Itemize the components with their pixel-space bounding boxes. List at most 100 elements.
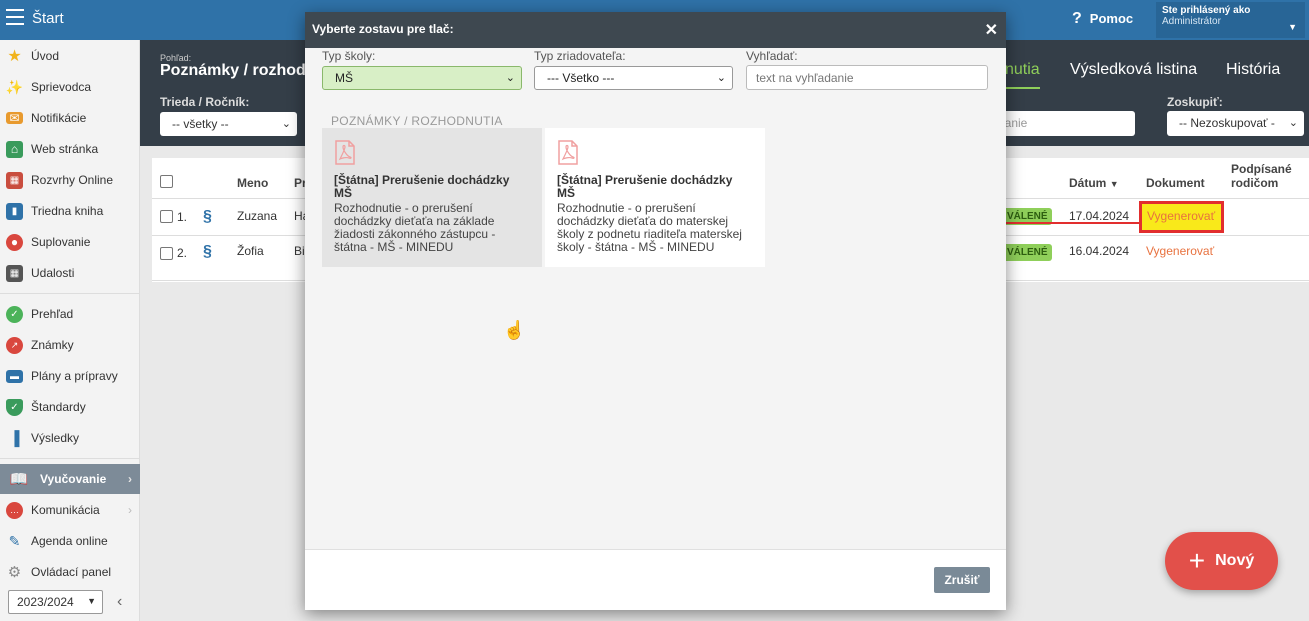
row-number: 1.: [177, 210, 188, 224]
tab-vysledkova-listina[interactable]: Výsledková listina: [1070, 61, 1197, 79]
generate-link-highlighted[interactable]: Vygenerovať: [1139, 201, 1224, 233]
bar-chart-icon: ▐: [9, 430, 20, 446]
star-icon: ★: [7, 48, 22, 65]
sidebar-item-standardy[interactable]: ✓ Štandardy: [0, 392, 140, 422]
modal-header: Vyberte zostavu pre tlač: ✕: [305, 12, 1006, 48]
row-date: 16.04.2024: [1069, 244, 1130, 258]
shield-icon: ✓: [6, 398, 23, 416]
school-year-select[interactable]: 2023/2024 ▼: [8, 590, 103, 614]
row-p: Bi: [294, 244, 305, 258]
group-label: Zoskupiť:: [1167, 95, 1223, 109]
gear-icon: ⚙: [7, 564, 22, 581]
search-label: Vyhľadať:: [746, 49, 798, 63]
group-select[interactable]: -- Nezoskupovať - ⌄: [1167, 111, 1304, 136]
row-name: Zuzana: [237, 209, 278, 223]
chevron-right-icon: ›: [128, 472, 132, 486]
caret-down-icon: ▼: [1288, 22, 1297, 32]
sidebar-item-sprievodca[interactable]: ✨ Sprievodca: [0, 72, 140, 102]
column-header-document[interactable]: Dokument: [1146, 176, 1205, 190]
report-card-title: [Štátna] Prerušenie dochádzky MŠ: [334, 173, 510, 200]
sidebar-item-agenda[interactable]: ✎ Agenda online: [0, 526, 140, 556]
sidebar-divider: [0, 293, 140, 294]
chevron-down-icon: ⌄: [281, 118, 291, 130]
pdf-icon: [558, 140, 578, 165]
sidebar-item-prehlad[interactable]: ✓ Prehľad: [0, 299, 140, 329]
column-header-signed[interactable]: Podpísané: [1231, 162, 1292, 176]
envelope-icon: ✉: [6, 111, 23, 125]
pen-icon: ✎: [8, 532, 21, 549]
chevron-down-icon: ⌄: [716, 72, 726, 84]
founder-type-label: Typ zriadovateľa:: [534, 49, 626, 63]
class-label: Trieda / Ročník:: [160, 95, 250, 109]
tab-historia[interactable]: História: [1226, 61, 1280, 79]
paragraph-icon[interactable]: §: [203, 208, 212, 226]
page-title: Poznámky / rozhod: [160, 62, 306, 79]
row-name: Žofia: [237, 244, 264, 258]
modal-title: Vyberte zostavu pre tlač:: [312, 22, 454, 36]
question-icon: ?: [1072, 10, 1082, 27]
school-type-select[interactable]: MŠ ⌄: [322, 66, 522, 90]
tab-rozhodnutia[interactable]: nutia: [1005, 61, 1040, 89]
generate-link[interactable]: Vygenerovať: [1146, 244, 1214, 258]
wand-icon: ✨: [5, 78, 24, 95]
modal-filters: Typ školy: MŠ ⌄ Typ zriadovateľa: --- Vše…: [305, 48, 1006, 104]
close-icon[interactable]: ✕: [985, 20, 998, 40]
book-icon: ▮: [6, 202, 23, 220]
chevron-down-icon: ⌄: [1288, 117, 1298, 129]
user-menu[interactable]: Ste prihlásený ako Administrátor ▼: [1156, 2, 1305, 38]
chart-circle-icon: ↗: [6, 336, 23, 354]
briefcase-icon: ▬: [6, 369, 23, 383]
chevron-down-icon: ▼: [87, 596, 96, 606]
sidebar-item-rozvrhy[interactable]: ▦ Rozvrhy Online: [0, 165, 140, 195]
collapse-sidebar-icon[interactable]: ‹: [117, 593, 122, 611]
sidebar-item-notifikacie[interactable]: ✉ Notifikácie: [0, 103, 140, 133]
sidebar-item-znamky[interactable]: ↗ Známky: [0, 330, 140, 360]
chevron-down-icon: ⌄: [505, 72, 515, 84]
class-select[interactable]: -- všetky -- ⌄: [160, 112, 297, 136]
sidebar-divider: [0, 458, 140, 459]
sidebar-item-vysledky[interactable]: ▐ Výsledky: [0, 423, 140, 453]
sidebar-item-web-stranka[interactable]: ⌂ Web stránka: [0, 134, 140, 164]
sidebar-item-suplovanie[interactable]: ● Suplovanie: [0, 227, 140, 257]
school-type-label: Typ školy:: [322, 49, 376, 63]
report-card-title: [Štátna] Prerušenie dochádzky MŠ: [557, 173, 733, 200]
grid-icon: ▦: [6, 171, 23, 189]
row-date: 17.04.2024: [1069, 209, 1130, 223]
sidebar-item-triedna-kniha[interactable]: ▮ Triedna kniha: [0, 196, 140, 226]
chat-icon: …: [6, 501, 23, 519]
sidebar-item-ovladaci-panel[interactable]: ⚙ Ovládací panel: [0, 557, 140, 587]
report-card[interactable]: [Štátna] Prerušenie dochádzky MŠ Rozhodn…: [545, 128, 765, 267]
start-link[interactable]: Štart: [32, 10, 64, 27]
pdf-icon: [335, 140, 355, 165]
search-input[interactable]: text na vyhľadanie: [746, 65, 988, 90]
sidebar: ★ Úvod ✨ Sprievodca ✉ Notifikácie ⌂ Web strá…: [0, 40, 140, 621]
column-header-name[interactable]: Meno: [237, 176, 268, 190]
report-card-description: Rozhodnutie - o prerušení dochádzky dieť…: [557, 201, 742, 254]
cancel-button[interactable]: Zrušiť: [934, 567, 990, 593]
paragraph-icon[interactable]: §: [203, 243, 212, 261]
row-checkbox[interactable]: [160, 210, 173, 223]
sidebar-item-vyucovanie[interactable]: 📖 Vyučovanie ›: [0, 464, 140, 494]
sidebar-item-komunikacia[interactable]: … Komunikácia ›: [0, 495, 140, 525]
sidebar-item-uvod[interactable]: ★ Úvod: [0, 41, 140, 71]
hamburger-menu-icon[interactable]: [6, 9, 24, 25]
select-all-checkbox[interactable]: [160, 175, 173, 188]
row-number: 2.: [177, 246, 188, 260]
column-header-date[interactable]: Dátum ▼: [1069, 176, 1119, 190]
report-card[interactable]: [Štátna] Prerušenie dochádzky MŠ Rozhodn…: [322, 128, 542, 267]
column-header-signed-2: rodičom: [1231, 176, 1279, 190]
row-checkbox[interactable]: [160, 247, 173, 260]
report-card-description: Rozhodnutie - o prerušení dochádzky dieť…: [334, 201, 496, 254]
plus-icon: +: [1188, 545, 1206, 576]
check-circle-icon: ✓: [6, 305, 23, 323]
house-icon: ⌂: [6, 140, 23, 158]
founder-type-select[interactable]: --- Všetko --- ⌄: [534, 66, 733, 90]
help-button[interactable]: ? Pomoc: [1072, 10, 1133, 28]
new-button[interactable]: + Nový: [1165, 532, 1278, 590]
sidebar-item-udalosti[interactable]: ▦ Udalosti: [0, 258, 140, 288]
calendar-icon: ▦: [6, 264, 23, 282]
sidebar-item-plany[interactable]: ▬ Plány a prípravy: [0, 361, 140, 391]
hand-cursor-icon: ☝: [503, 320, 526, 340]
header-search-input[interactable]: lanie: [998, 111, 1135, 136]
open-book-icon: 📖: [9, 471, 29, 488]
